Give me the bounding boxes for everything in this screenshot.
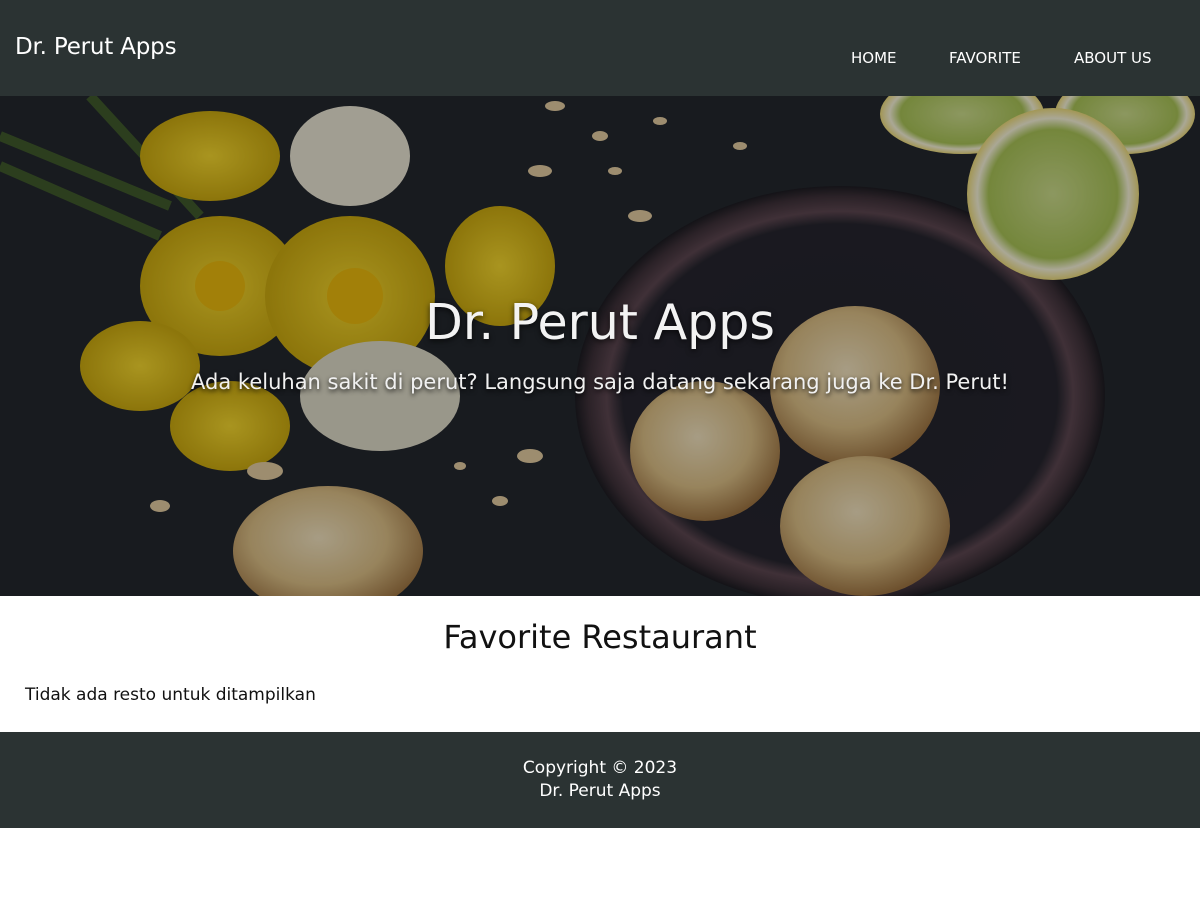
app-bar: Dr. Perut Apps HOME FAVORITE ABOUT US [0,0,1200,96]
footer: Copyright © 2023 Dr. Perut Apps [0,732,1200,828]
empty-state-message: Tidak ada resto untuk ditampilkan [25,685,316,705]
nav-favorite-link[interactable]: FAVORITE [949,49,1021,67]
hero-title: Dr. Perut Apps [425,294,775,351]
footer-app-name: Dr. Perut Apps [539,781,661,801]
footer-copyright: Copyright © 2023 [522,758,678,778]
section-title: Favorite Restaurant [443,618,757,656]
favorite-section: Favorite Restaurant Tidak ada resto untu… [0,596,1200,732]
nav-about-us-link[interactable]: ABOUT US [1074,49,1152,67]
hero-subtitle: Ada keluhan sakit di perut? Langsung saj… [191,370,1009,394]
brand-title: Dr. Perut Apps [15,34,177,60]
hero-banner: Dr. Perut Apps Ada keluhan sakit di peru… [0,96,1200,596]
nav-home-link[interactable]: HOME [851,49,897,67]
